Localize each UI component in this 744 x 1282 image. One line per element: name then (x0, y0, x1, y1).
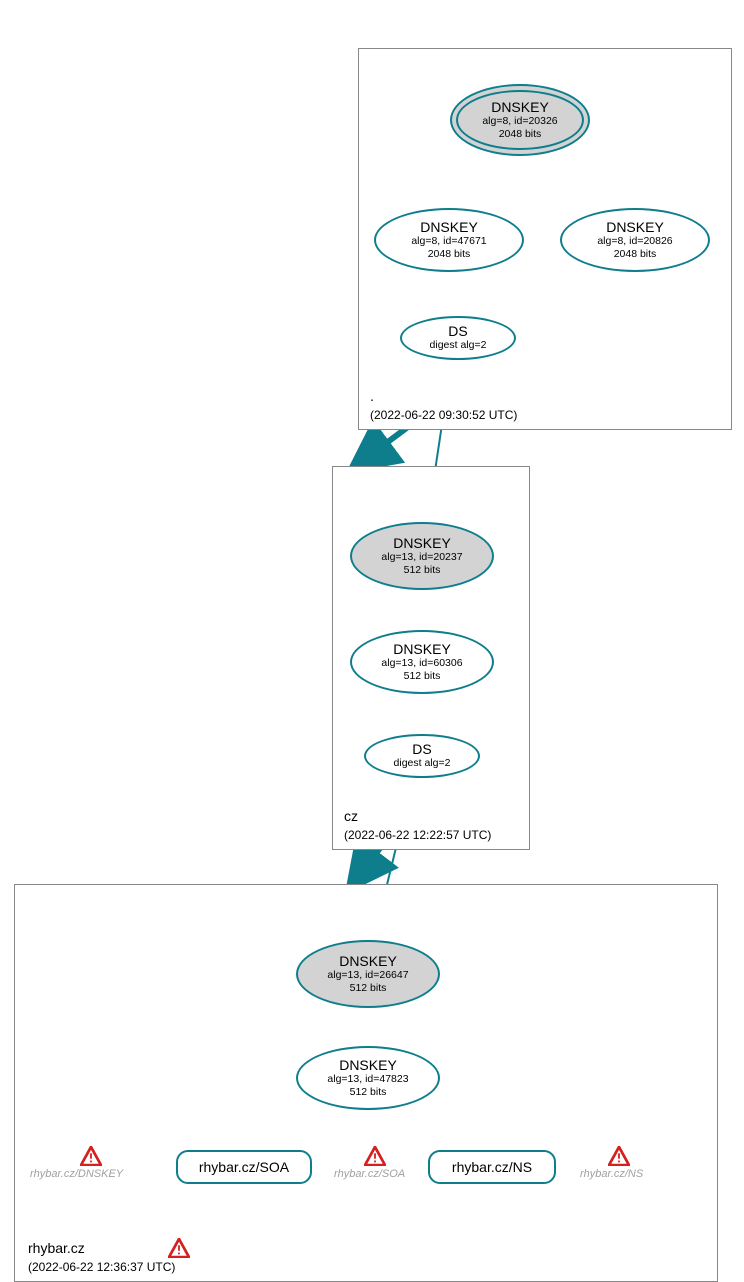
node-root-zsk1: DNSKEY alg=8, id=47671 2048 bits (374, 208, 524, 272)
ghost-dnskey: rhybar.cz/DNSKEY (30, 1168, 123, 1180)
node-line1: alg=13, id=20237 (381, 551, 462, 564)
node-title: DNSKEY (339, 1058, 397, 1073)
node-line2: 512 bits (350, 1086, 387, 1099)
node-title: DNSKEY (393, 642, 451, 657)
zone-root-timestamp: (2022-06-22 09:30:52 UTC) (370, 408, 517, 422)
node-title: DS (448, 324, 467, 339)
ghost-soa: rhybar.cz/SOA (334, 1168, 405, 1180)
node-title: DNSKEY (491, 100, 549, 115)
zone-rhybar-name: rhybar.cz (28, 1240, 85, 1256)
node-title: DNSKEY (606, 220, 664, 235)
node-cz-ksk: DNSKEY alg=13, id=20237 512 bits (350, 522, 494, 590)
warning-icon (80, 1146, 102, 1166)
rr-soa: rhybar.cz/SOA (176, 1150, 312, 1184)
node-rhybar-ksk: DNSKEY alg=13, id=26647 512 bits (296, 940, 440, 1008)
node-root-zsk2: DNSKEY alg=8, id=20826 2048 bits (560, 208, 710, 272)
zone-cz-name: cz (344, 808, 358, 824)
node-line2: 2048 bits (499, 128, 542, 141)
ghost-ns: rhybar.cz/NS (580, 1168, 643, 1180)
rr-ns: rhybar.cz/NS (428, 1150, 556, 1184)
rr-ns-label: rhybar.cz/NS (452, 1159, 532, 1175)
node-rhybar-zsk: DNSKEY alg=13, id=47823 512 bits (296, 1046, 440, 1110)
node-line2: 512 bits (404, 670, 441, 683)
node-title: DS (412, 742, 431, 757)
node-line1: alg=8, id=20326 (482, 115, 557, 128)
warning-icon (608, 1146, 630, 1166)
rr-soa-label: rhybar.cz/SOA (199, 1159, 289, 1175)
node-line1: digest alg=2 (394, 757, 451, 770)
node-root-ds: DS digest alg=2 (400, 316, 516, 360)
node-line1: alg=8, id=20826 (597, 235, 672, 248)
warning-icon (364, 1146, 386, 1166)
node-title: DNSKEY (393, 536, 451, 551)
node-cz-zsk: DNSKEY alg=13, id=60306 512 bits (350, 630, 494, 694)
node-line1: alg=13, id=47823 (327, 1073, 408, 1086)
node-line2: 2048 bits (428, 248, 471, 261)
node-line1: alg=13, id=60306 (381, 657, 462, 670)
node-root-ksk: DNSKEY alg=8, id=20326 2048 bits (450, 84, 590, 156)
zone-rhybar-timestamp: (2022-06-22 12:36:37 UTC) (28, 1260, 175, 1274)
zone-cz-timestamp: (2022-06-22 12:22:57 UTC) (344, 828, 491, 842)
node-title: DNSKEY (339, 954, 397, 969)
node-title: DNSKEY (420, 220, 478, 235)
zone-root-name: . (370, 388, 374, 404)
node-line2: 512 bits (404, 564, 441, 577)
node-line1: alg=13, id=26647 (327, 969, 408, 982)
node-line2: 512 bits (350, 982, 387, 995)
node-line1: alg=8, id=47671 (411, 235, 486, 248)
node-line1: digest alg=2 (430, 339, 487, 352)
warning-icon (168, 1238, 190, 1258)
node-line2: 2048 bits (614, 248, 657, 261)
node-cz-ds: DS digest alg=2 (364, 734, 480, 778)
